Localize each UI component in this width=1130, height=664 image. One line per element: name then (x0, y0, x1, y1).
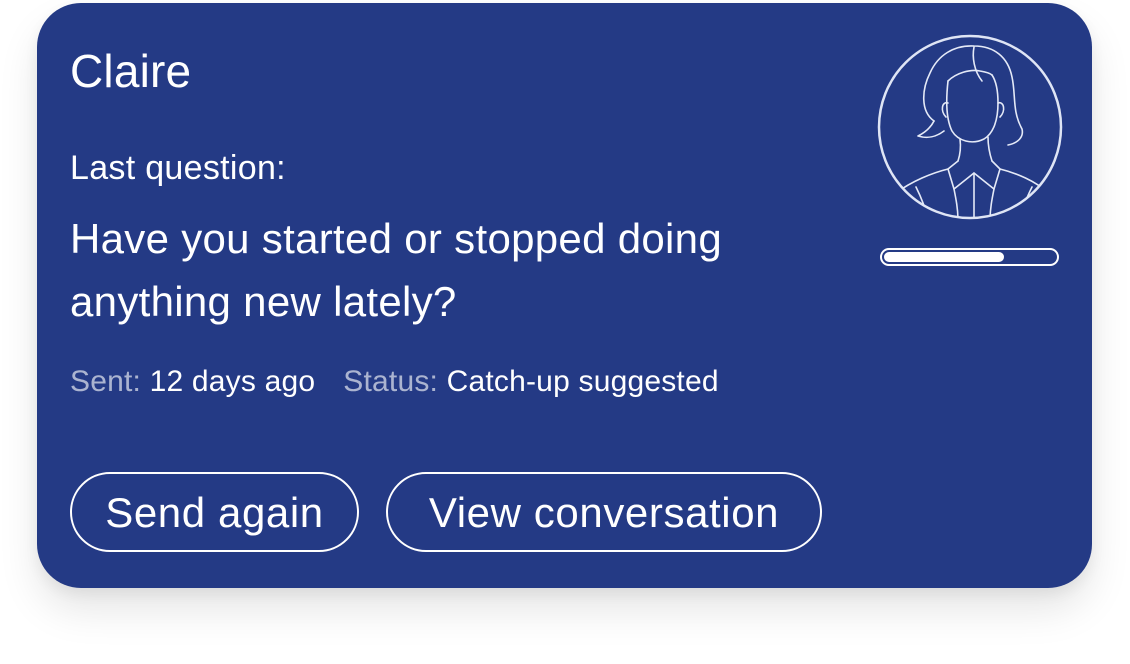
contact-name: Claire (70, 45, 192, 97)
progress-bar (880, 248, 1059, 266)
avatar (876, 33, 1064, 221)
progress-fill (884, 252, 1004, 262)
last-question-label: Last question: (70, 149, 286, 187)
view-conversation-button[interactable]: View conversation (386, 472, 822, 552)
last-question-text: Have you started or stopped doing anythi… (70, 215, 722, 325)
message-meta: Sent: 12 days ago Status: Catch-up sugges… (70, 360, 719, 404)
sent-label: Sent: (70, 365, 142, 398)
contact-card: Claire Last question: Have you started o… (37, 3, 1092, 588)
person-outline-icon (877, 34, 1063, 220)
status-value: Catch-up suggested (446, 365, 719, 398)
status-label: Status: (343, 365, 439, 398)
sent-value: 12 days ago (149, 365, 316, 398)
send-again-button[interactable]: Send again (70, 472, 359, 552)
